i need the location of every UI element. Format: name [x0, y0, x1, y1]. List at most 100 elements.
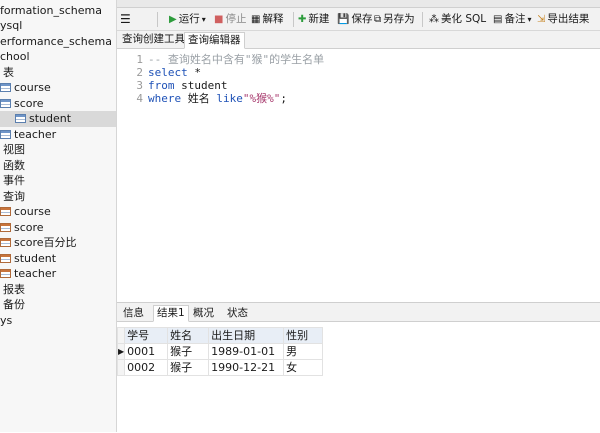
- sql-keyword: like: [216, 92, 243, 105]
- sidebar-item[interactable]: student: [0, 111, 116, 127]
- current-row-indicator-icon: ▶: [116, 343, 126, 360]
- sidebar-item-label: ys: [0, 314, 13, 327]
- hamburger-icon: ☰: [120, 12, 131, 26]
- save-button[interactable]: 💾 保存: [337, 12, 372, 27]
- table-cell[interactable]: 1990-12-21: [208, 359, 285, 376]
- sidebar-item[interactable]: 备份: [3, 297, 25, 313]
- sidebar-item[interactable]: score百分比: [0, 235, 77, 251]
- editor-mode-tabs: 查询创建工具 查询编辑器: [117, 31, 600, 49]
- result-grid[interactable]: 学号 姓名 出生日期 性别 ▶ 0001 猴子 1989-01-01 男 000…: [116, 327, 324, 376]
- column-header[interactable]: 学号: [124, 327, 169, 344]
- table-cell[interactable]: 女: [283, 359, 324, 376]
- sidebar-item[interactable]: 表: [3, 65, 14, 81]
- sidebar-item-label: ysql: [0, 19, 23, 32]
- table-icon: [0, 130, 11, 139]
- row-header: [116, 359, 126, 376]
- table-cell[interactable]: 男: [283, 343, 324, 360]
- sidebar-item[interactable]: score: [0, 220, 44, 236]
- table-cell[interactable]: 0002: [124, 359, 169, 376]
- save-as-label: 另存为: [383, 13, 415, 25]
- magic-wand-icon: ⁂: [429, 14, 439, 25]
- toolbar-divider: [157, 12, 158, 27]
- sidebar-item-label: score: [14, 97, 44, 110]
- query-icon: [0, 269, 11, 278]
- tab-query-builder[interactable]: 查询创建工具: [119, 32, 188, 47]
- sql-comment: -- 查询姓名中含有"猴"的学生名单: [148, 53, 325, 66]
- run-button[interactable]: ▶ 运行 ▾: [169, 12, 206, 27]
- table-cell[interactable]: 0001: [124, 343, 169, 360]
- stop-label: 停止: [225, 13, 247, 25]
- run-label: 运行: [178, 13, 200, 25]
- results-panel: 信息 结果1 概况 状态 学号 姓名 出生日期 性别 ▶ 0001 猴子 198…: [116, 302, 600, 433]
- sidebar-item[interactable]: 报表: [3, 282, 25, 298]
- table-row[interactable]: ▶ 0001 猴子 1989-01-01 男: [116, 343, 324, 360]
- sql-code: -- 查询姓名中含有"猴"的学生名单 select * from student…: [148, 53, 324, 105]
- sql-text: 姓名: [181, 92, 217, 105]
- sidebar-item[interactable]: teacher: [0, 266, 56, 282]
- explain-label: 解释: [262, 13, 284, 25]
- sidebar-item[interactable]: 查询: [3, 189, 25, 205]
- tab-info[interactable]: 信息: [119, 305, 148, 322]
- sidebar-item[interactable]: 事件: [3, 173, 25, 189]
- code-line-1: -- 查询姓名中含有"猴"的学生名单: [148, 53, 324, 66]
- sidebar-item[interactable]: erformance_schema: [0, 34, 112, 50]
- sidebar-item-label: score: [14, 221, 44, 234]
- table-cell[interactable]: 猴子: [167, 343, 210, 360]
- sidebar-item-label: 函数: [3, 159, 25, 172]
- column-header[interactable]: 姓名: [167, 327, 210, 344]
- query-icon: [0, 223, 11, 232]
- export-icon: ⇲: [537, 14, 546, 25]
- sql-editor[interactable]: 1 2 3 4 -- 查询姓名中含有"猴"的学生名单 select * from…: [117, 49, 600, 301]
- sidebar-item-label: course: [14, 81, 51, 94]
- sidebar-item[interactable]: chool: [0, 49, 30, 65]
- sidebar-item[interactable]: student: [0, 251, 56, 267]
- save-label: 保存: [351, 13, 373, 25]
- stop-button[interactable]: ■ 停止: [214, 12, 246, 27]
- toolbar: ☰ ▶ 运行 ▾ ■ 停止 ▦ 解释 ✚ 新建 💾 保存 ⧉ 另存为 ⁂ 美化 SQL ▤ 备注 ▾…: [117, 8, 600, 31]
- table-cell[interactable]: 猴子: [167, 359, 210, 376]
- sidebar-item[interactable]: formation_schema: [0, 3, 102, 19]
- line-number: 1: [136, 53, 143, 66]
- sidebar-item-label: 报表: [3, 283, 25, 296]
- sidebar-item[interactable]: course: [0, 204, 51, 220]
- tab-query-editor[interactable]: 查询编辑器: [184, 32, 245, 49]
- tab-status[interactable]: 状态: [223, 305, 252, 322]
- sidebar-item[interactable]: 函数: [3, 158, 25, 174]
- navigator-sidebar: formation_schema ysql erformance_schema cho…: [0, 0, 117, 432]
- table-row[interactable]: 0002 猴子 1990-12-21 女: [116, 359, 324, 376]
- sidebar-item[interactable]: course: [0, 80, 51, 96]
- line-number: 4: [136, 92, 143, 105]
- table-icon: [15, 114, 26, 123]
- window-tab-strip: [117, 0, 600, 8]
- sidebar-item-label: 视图: [3, 143, 25, 156]
- column-header[interactable]: 出生日期: [208, 327, 285, 344]
- sidebar-item-label: teacher: [14, 267, 57, 280]
- sidebar-item[interactable]: ysql: [0, 18, 22, 34]
- tab-profile[interactable]: 概况: [189, 305, 218, 322]
- table-icon: [0, 83, 11, 92]
- sidebar-item[interactable]: ys: [0, 313, 12, 329]
- sidebar-item[interactable]: teacher: [0, 127, 56, 143]
- sidebar-item-label: erformance_schema: [0, 35, 112, 48]
- export-results-button[interactable]: ⇲ 导出结果: [537, 12, 589, 27]
- sidebar-item-label: student: [14, 252, 57, 265]
- line-number: 2: [136, 66, 143, 79]
- sidebar-item-label: score百分比: [14, 236, 77, 249]
- comment-button[interactable]: ▤ 备注 ▾: [493, 12, 531, 27]
- tab-result-1[interactable]: 结果1: [153, 305, 189, 322]
- new-button[interactable]: ✚ 新建: [298, 12, 329, 27]
- column-header[interactable]: 性别: [283, 327, 324, 344]
- code-line-2: select *: [148, 66, 324, 79]
- beautify-sql-button[interactable]: ⁂ 美化 SQL: [429, 12, 486, 27]
- save-as-button[interactable]: ⧉ 另存为: [374, 12, 415, 27]
- result-tabs: 信息 结果1 概况 状态: [117, 303, 600, 322]
- sql-text: student: [174, 79, 228, 92]
- save-as-icon: ⧉: [374, 14, 382, 25]
- sql-keyword: where: [148, 92, 182, 105]
- sidebar-item[interactable]: 视图: [3, 142, 25, 158]
- table-cell[interactable]: 1989-01-01: [208, 343, 285, 360]
- menu-button[interactable]: ☰: [120, 12, 131, 27]
- stop-icon: ■: [214, 14, 224, 25]
- sidebar-item[interactable]: score: [0, 96, 44, 112]
- explain-button[interactable]: ▦ 解释: [251, 12, 283, 27]
